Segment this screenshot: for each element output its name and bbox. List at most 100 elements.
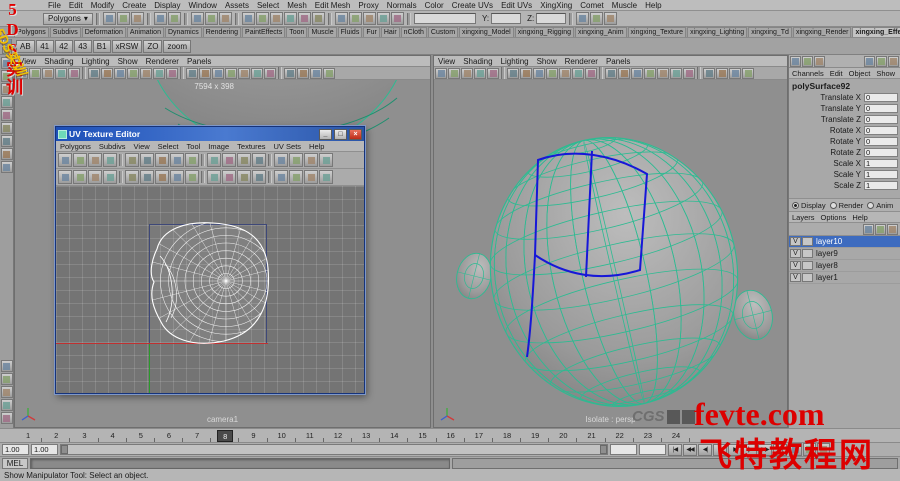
resolution-gate-icon[interactable] [533, 68, 545, 79]
menu-file[interactable]: File [44, 1, 65, 10]
align-uvs-icon[interactable] [222, 153, 236, 167]
film-gate-icon[interactable] [520, 68, 532, 79]
flip-v-icon[interactable] [73, 153, 87, 167]
shelf-tab-fur[interactable]: Fur [363, 27, 380, 37]
new-scene-icon[interactable] [103, 12, 116, 25]
layer-visibility-toggle[interactable]: V [790, 249, 801, 258]
uv-menu-select[interactable]: Select [154, 142, 183, 151]
create-empty-layer-icon[interactable] [875, 224, 886, 235]
quick-selection-input[interactable] [414, 13, 476, 24]
timeline-frame-4[interactable]: 4 [99, 429, 127, 442]
layer-mode-display[interactable]: Display [792, 201, 826, 210]
show-manipulator-tool-icon[interactable] [1, 148, 13, 160]
step-forward-key-button[interactable]: |▶ [743, 444, 757, 456]
uv-menu-subdivs[interactable]: Subdivs [95, 142, 130, 151]
shelf-tab-rendering[interactable]: Rendering [203, 27, 241, 37]
two-pane-side-layout-icon[interactable] [1, 373, 13, 385]
timeline-frame-11[interactable]: 11 [296, 429, 324, 442]
channel-attribute-value[interactable]: 1 [864, 159, 898, 168]
go-to-start-button[interactable]: |◀ [668, 444, 682, 456]
paste-v-value-icon[interactable] [103, 170, 117, 184]
timeline-frame-23[interactable]: 23 [634, 429, 662, 442]
make-live-icon[interactable] [312, 12, 325, 25]
grid-icon[interactable] [507, 68, 519, 79]
layer-display-type-box[interactable] [802, 273, 813, 282]
animation-end-field[interactable] [639, 444, 666, 455]
persp-outliner-layout-icon[interactable] [1, 412, 13, 424]
layer-mode-anim[interactable]: Anim [867, 201, 893, 210]
select-by-hierarchy-icon[interactable] [191, 12, 204, 25]
timeline-frame-10[interactable]: 10 [268, 429, 296, 442]
layer-row-layer9[interactable]: Vlayer9 [789, 248, 900, 260]
menu-muscle[interactable]: Muscle [608, 1, 641, 10]
timeline-frame-12[interactable]: 12 [324, 429, 352, 442]
shelf-tab-xingxing-anim[interactable]: xingxing_Anim [575, 27, 627, 37]
command-line-input[interactable] [30, 458, 450, 469]
menu-create-uvs[interactable]: Create UVs [448, 1, 497, 10]
field-chart-icon[interactable] [559, 68, 571, 79]
uv-editor-canvas[interactable] [56, 186, 364, 393]
last-tool-used-icon[interactable] [1, 161, 13, 173]
uv-snapshot-icon[interactable] [289, 170, 303, 184]
frame-selection-icon[interactable] [222, 170, 236, 184]
panel-menu-show[interactable]: Show [533, 57, 561, 66]
open-scene-icon[interactable] [117, 12, 130, 25]
shelf-tab-animation[interactable]: Animation [127, 27, 164, 37]
range-slider-handle-left[interactable] [61, 445, 68, 454]
toggle-attribute-editor-icon[interactable] [576, 12, 589, 25]
shelf-tab-xingxing-model[interactable]: xingxing_Model [459, 27, 514, 37]
shade-uvs-icon[interactable] [170, 170, 184, 184]
shelf-tab-xingxing-texture[interactable]: xingxing_Texture [628, 27, 687, 37]
panel-menu-show[interactable]: Show [114, 57, 142, 66]
menu-assets[interactable]: Assets [221, 1, 253, 10]
shelf-tab-xingxing-rigging[interactable]: xingxing_Rigging [515, 27, 574, 37]
safe-action-icon[interactable] [153, 68, 165, 79]
display-alpha-channel-icon[interactable] [319, 170, 333, 184]
timeline-frame-18[interactable]: 18 [493, 429, 521, 442]
smooth-shade-selected-icon[interactable] [212, 68, 224, 79]
rotate-uv-cw-icon[interactable] [103, 153, 117, 167]
step-back-key-button[interactable]: ◀| [698, 444, 712, 456]
channel-attribute-value[interactable]: 0 [864, 126, 898, 135]
select-camera-icon[interactable] [435, 68, 447, 79]
menu-normals[interactable]: Normals [383, 1, 421, 10]
timeline-frame-2[interactable]: 2 [42, 429, 70, 442]
select-by-component-type-icon[interactable] [219, 12, 232, 25]
isolate-select-icon[interactable] [742, 68, 754, 79]
display-rgb-channels-icon[interactable] [304, 170, 318, 184]
menu-xingxing[interactable]: XingXing [536, 1, 576, 10]
timeline-frame-14[interactable]: 14 [380, 429, 408, 442]
minimize-button[interactable]: _ [319, 129, 332, 140]
panel-menu-view[interactable]: View [15, 57, 40, 66]
timeline-frame-17[interactable]: 17 [465, 429, 493, 442]
right-viewport-canvas[interactable]: Isolate : persp [434, 80, 787, 427]
move-and-sew-uv-edges-icon[interactable] [170, 153, 184, 167]
close-button[interactable]: × [349, 129, 362, 140]
smooth-shade-selected-icon[interactable] [631, 68, 643, 79]
safe-title-icon[interactable] [585, 68, 597, 79]
use-default-material-icon[interactable] [683, 68, 695, 79]
uv-menu-help[interactable]: Help [305, 142, 328, 151]
camera-attributes-icon[interactable] [461, 68, 473, 79]
shelf-button-b1[interactable]: B1 [93, 40, 111, 53]
grid-uvs-icon[interactable] [207, 153, 221, 167]
object-name[interactable]: polySurface92 [789, 79, 900, 92]
x-ray-icon[interactable] [729, 68, 741, 79]
toggle-tool-settings-icon[interactable] [590, 12, 603, 25]
use-image-ratio-icon[interactable] [155, 170, 169, 184]
render-settings-icon[interactable] [391, 12, 404, 25]
channel-attribute-value[interactable]: 0 [864, 104, 898, 113]
uv-menu-tool[interactable]: Tool [183, 142, 205, 151]
panel-menu-panels[interactable]: Panels [602, 57, 634, 66]
menu-comet[interactable]: Comet [576, 1, 608, 10]
timeline-frame-13[interactable]: 13 [352, 429, 380, 442]
shelf-tab-muscle[interactable]: Muscle [308, 27, 336, 37]
menu-edit-uvs[interactable]: Edit UVs [497, 1, 536, 10]
toggle-channel-box-icon[interactable] [604, 12, 617, 25]
move-layer-up-icon[interactable] [863, 224, 874, 235]
panel-menu-panels[interactable]: Panels [183, 57, 215, 66]
menu-color[interactable]: Color [421, 1, 448, 10]
shelf-button-43[interactable]: 43 [74, 40, 92, 53]
channel-attribute-value[interactable]: 0 [864, 137, 898, 146]
snap-to-projected-center-icon[interactable] [284, 12, 297, 25]
